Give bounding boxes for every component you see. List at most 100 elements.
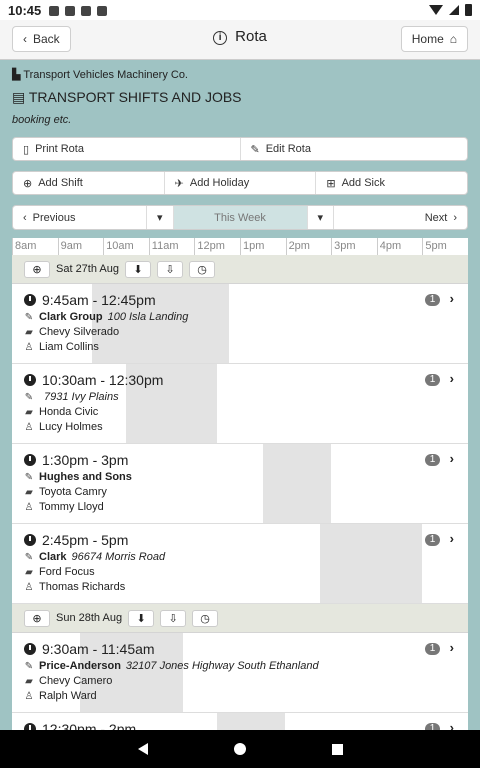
add-day-shift-button[interactable]: ⊕ xyxy=(24,609,50,627)
shift-row[interactable]: 10:30am - 12:30pm ✎ 7931 Ivy Plains ▰ Hond… xyxy=(12,364,468,444)
nav-recents-icon[interactable] xyxy=(331,743,343,755)
expand-down-button[interactable]: ⬇ xyxy=(128,609,155,627)
clock-icon xyxy=(24,723,36,730)
clock-icon xyxy=(24,534,36,546)
timeline-hour: 3pm xyxy=(331,238,377,255)
plane-icon: ✈ xyxy=(174,177,184,190)
truck-icon: ▰ xyxy=(25,487,33,498)
chevron-right-icon: › xyxy=(453,211,457,224)
nav-back-icon[interactable] xyxy=(137,743,148,755)
collapse-button[interactable]: ⇩ xyxy=(157,260,183,278)
shift-count-badge: 1 xyxy=(425,294,440,306)
truck-icon: ▰ xyxy=(25,327,33,338)
timeline-hour: 9am xyxy=(57,238,104,255)
chevron-right-icon[interactable]: › xyxy=(450,371,454,386)
shift-row[interactable]: 2:45pm - 5pm ✎ Clark 96674 Morris Road ▰ Fo… xyxy=(12,524,468,604)
shift-count-badge: 1 xyxy=(425,723,440,730)
edit-rota-button[interactable]: ✎ Edit Rota xyxy=(241,138,468,160)
pen-icon: ✎ xyxy=(24,472,34,483)
collapse-button[interactable]: ⇩ xyxy=(160,609,187,627)
shift-count-badge: 1 xyxy=(425,454,440,466)
chevron-right-icon[interactable]: › xyxy=(450,720,454,730)
shift-driver: Thomas Richards xyxy=(39,581,126,593)
day-header: ⊕ Sat 27th Aug ⬇ ⇩ ◷ xyxy=(12,255,468,284)
shift-client: Clark Group xyxy=(39,311,103,323)
shift-driver: Lucy Holmes xyxy=(39,421,103,433)
previous-week-button[interactable]: ‹ Previous xyxy=(13,206,147,229)
shift-address: 100 Isla Landing xyxy=(107,311,189,323)
clock-button[interactable]: ◷ xyxy=(189,260,215,278)
chevron-right-icon[interactable]: › xyxy=(450,291,454,306)
chevron-right-icon[interactable]: › xyxy=(450,531,454,546)
chevron-left-icon: ‹ xyxy=(23,211,27,224)
shift-row[interactable]: 1:30pm - 3pm ✎ Hughes and Sons ▰ Toyota Ca… xyxy=(12,444,468,524)
chevron-right-icon[interactable]: › xyxy=(450,451,454,466)
shift-driver: Tommy Lloyd xyxy=(39,501,104,513)
status-time: 10:45 xyxy=(8,2,42,18)
pen-icon: ✎ xyxy=(24,392,34,403)
factory-icon: ▙ xyxy=(12,69,21,81)
day-label: Sat 27th Aug xyxy=(56,263,119,275)
shift-vehicle: Ford Focus xyxy=(39,566,95,578)
home-label: Home xyxy=(411,32,444,46)
add-shift-button[interactable]: ⊕ Add Shift xyxy=(13,172,165,194)
shift-driver: Ralph Ward xyxy=(39,690,97,702)
this-week-button[interactable]: This Week xyxy=(173,206,308,229)
system-icons xyxy=(429,4,472,16)
user-icon: ♙ xyxy=(24,582,34,593)
shift-address: 32107 Jones Highway South Ethanland xyxy=(125,660,319,672)
pen-icon: ✎ xyxy=(24,312,34,323)
shift-vehicle: Chevy Camero xyxy=(39,675,113,687)
clock-button[interactable]: ◷ xyxy=(192,609,219,627)
nav-home-icon[interactable] xyxy=(233,743,246,755)
shift-client: Hughes and Sons xyxy=(39,471,132,483)
shift-time: 10:30am - 12:30pm xyxy=(42,372,164,388)
timeline-hour: 1pm xyxy=(239,238,286,255)
user-icon: ♙ xyxy=(24,342,34,353)
shift-time: 1:30pm - 3pm xyxy=(42,452,129,468)
page-subtitle: booking etc. xyxy=(12,114,72,126)
print-rota-button[interactable]: ▯ Print Rota xyxy=(13,138,241,160)
shift-vehicle: Honda Civic xyxy=(39,406,99,418)
home-button[interactable]: Home ⌂ xyxy=(400,26,468,52)
shift-row[interactable]: 12:30pm - 2pm 1 › xyxy=(12,713,468,730)
truck-icon: ▰ xyxy=(25,567,33,578)
timeline-hour: 11am xyxy=(148,238,195,255)
pen-icon: ✎ xyxy=(24,552,34,563)
home-icon: ⌂ xyxy=(449,32,457,46)
add-holiday-button[interactable]: ✈ Add Holiday xyxy=(165,172,317,194)
truck-icon: ▰ xyxy=(25,676,33,687)
timeline-hour: 5pm xyxy=(422,238,468,255)
shift-row[interactable]: 9:45am - 12:45pm ✎ Clark Group 100 Isla La… xyxy=(12,284,468,364)
add-actions: ⊕ Add Shift ✈ Add Holiday ⊞ Add Sick xyxy=(12,171,468,195)
shift-time: 9:45am - 12:45pm xyxy=(42,292,156,308)
shift-time: 12:30pm - 2pm xyxy=(42,721,137,730)
expand-down-button[interactable]: ⬇ xyxy=(125,260,151,278)
clock-icon xyxy=(24,294,36,306)
shift-row[interactable]: 9:30am - 11:45am ✎ Price-Anderson 32107 Jo… xyxy=(12,633,468,713)
system-navigation-bar xyxy=(0,730,480,768)
clipboard-icon: ▤ xyxy=(12,89,26,105)
status-bar: 10:45 xyxy=(0,0,480,20)
user-icon: ♙ xyxy=(24,422,34,433)
caret-down-icon: ▾ xyxy=(317,212,324,224)
next-dropdown[interactable]: ▾ xyxy=(308,206,335,229)
caret-down-icon: ▾ xyxy=(157,212,163,224)
day-header: ⊕ Sun 28th Aug ⬇ ⇩ ◷ xyxy=(12,604,468,633)
clock-icon xyxy=(24,643,36,655)
shift-time: 9:30am - 11:45am xyxy=(42,641,155,657)
clock-icon xyxy=(24,374,36,386)
previous-dropdown[interactable]: ▾ xyxy=(147,206,174,229)
company-name: ▙ Transport Vehicles Machinery Co. xyxy=(12,69,188,81)
next-week-button[interactable]: Next › xyxy=(334,206,467,229)
timeline-hour: 2pm xyxy=(285,238,332,255)
add-sick-button[interactable]: ⊞ Add Sick xyxy=(316,172,467,194)
timeline-hour: 10am xyxy=(103,238,149,255)
chevron-right-icon[interactable]: › xyxy=(450,640,454,655)
add-day-shift-button[interactable]: ⊕ xyxy=(24,260,50,278)
timeline-hour: 8am xyxy=(12,238,58,255)
shift-count-badge: 1 xyxy=(425,643,440,655)
pdf-icon: ▯ xyxy=(23,143,30,156)
page-title: ▤ TRANSPORT SHIFTS AND JOBS xyxy=(12,89,242,105)
truck-icon: ▰ xyxy=(25,407,33,418)
